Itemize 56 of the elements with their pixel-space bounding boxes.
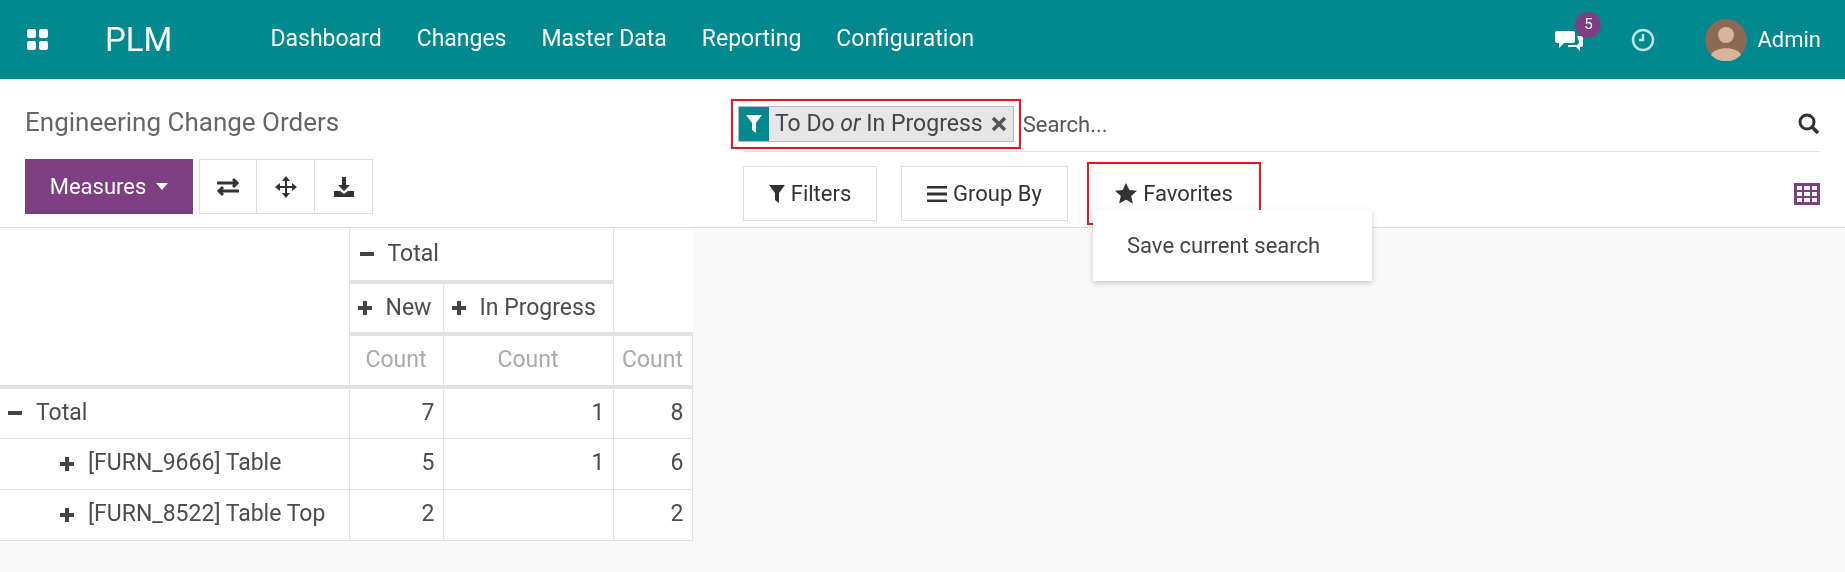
- table-cell: 2: [349, 489, 443, 540]
- menu-item[interactable]: Changes: [416, 22, 507, 57]
- row-label: [FURN_9666] Table: [88, 448, 282, 479]
- menu-item[interactable]: Configuration: [836, 22, 975, 57]
- header-label: In Progress: [479, 292, 596, 323]
- download-button[interactable]: [315, 159, 373, 214]
- download-icon: [332, 175, 355, 198]
- row-header[interactable]: [FURN_8522] Table Top: [0, 489, 349, 540]
- filter-icon: [746, 115, 762, 133]
- measure-header: Count: [443, 334, 613, 387]
- swap-arrows-icon: [215, 176, 241, 197]
- column-header[interactable]: New: [349, 282, 443, 334]
- pivot-view-icon[interactable]: [1794, 182, 1820, 205]
- filter-facet[interactable]: To Do or In Progress: [738, 106, 1014, 142]
- table-cell: 8: [613, 387, 692, 438]
- apps-menu-icon[interactable]: [27, 28, 49, 51]
- user-name[interactable]: Admin: [1757, 23, 1821, 56]
- close-icon[interactable]: [990, 116, 1007, 132]
- filters-button[interactable]: Filters: [743, 166, 877, 221]
- measure-header: Count: [349, 334, 443, 387]
- message-count-badge: 5: [1575, 11, 1602, 38]
- flip-axis-button[interactable]: [199, 159, 257, 214]
- caret-icon: [156, 183, 169, 190]
- move-arrows-icon: [273, 174, 298, 199]
- search-icon[interactable]: [1798, 113, 1820, 135]
- row-label: [FURN_8522] Table Top: [88, 499, 326, 530]
- page-title: Engineering Change Orders: [25, 106, 341, 139]
- dropdown-item[interactable]: Save current search: [1093, 220, 1372, 271]
- table-cell: 7: [349, 387, 443, 438]
- measure-header: Count: [613, 334, 692, 387]
- menu-item[interactable]: Master Data: [541, 22, 667, 57]
- facet-label: To Do or In Progress: [775, 108, 983, 139]
- table-cell: 5: [349, 438, 443, 489]
- row-header[interactable]: [FURN_9666] Table: [0, 438, 349, 489]
- measures-button[interactable]: Measures: [25, 159, 193, 214]
- filter-icon: [768, 184, 785, 203]
- expand-all-button[interactable]: [257, 159, 315, 214]
- avatar[interactable]: [1705, 18, 1748, 61]
- menu-item[interactable]: Dashboard: [270, 22, 382, 57]
- column-header[interactable]: Total: [349, 228, 613, 282]
- header-label: New: [385, 292, 432, 323]
- star-icon: [1115, 183, 1138, 204]
- table-cell: 1: [443, 387, 613, 438]
- table-cell: 2: [613, 489, 692, 540]
- search-field[interactable]: Search...: [1022, 107, 1798, 141]
- clock-icon[interactable]: [1631, 27, 1656, 52]
- table-cell: 1: [443, 438, 613, 489]
- app-name[interactable]: PLM: [105, 14, 173, 65]
- table-cell: 6: [613, 438, 692, 489]
- header-label: Total: [387, 238, 439, 269]
- row-header[interactable]: Total: [0, 387, 349, 438]
- column-header[interactable]: In Progress: [443, 282, 613, 334]
- group-by-button[interactable]: Group By: [901, 166, 1068, 221]
- list-icon: [927, 185, 948, 202]
- menu-item[interactable]: Reporting: [701, 22, 802, 57]
- row-label: Total: [36, 398, 88, 428]
